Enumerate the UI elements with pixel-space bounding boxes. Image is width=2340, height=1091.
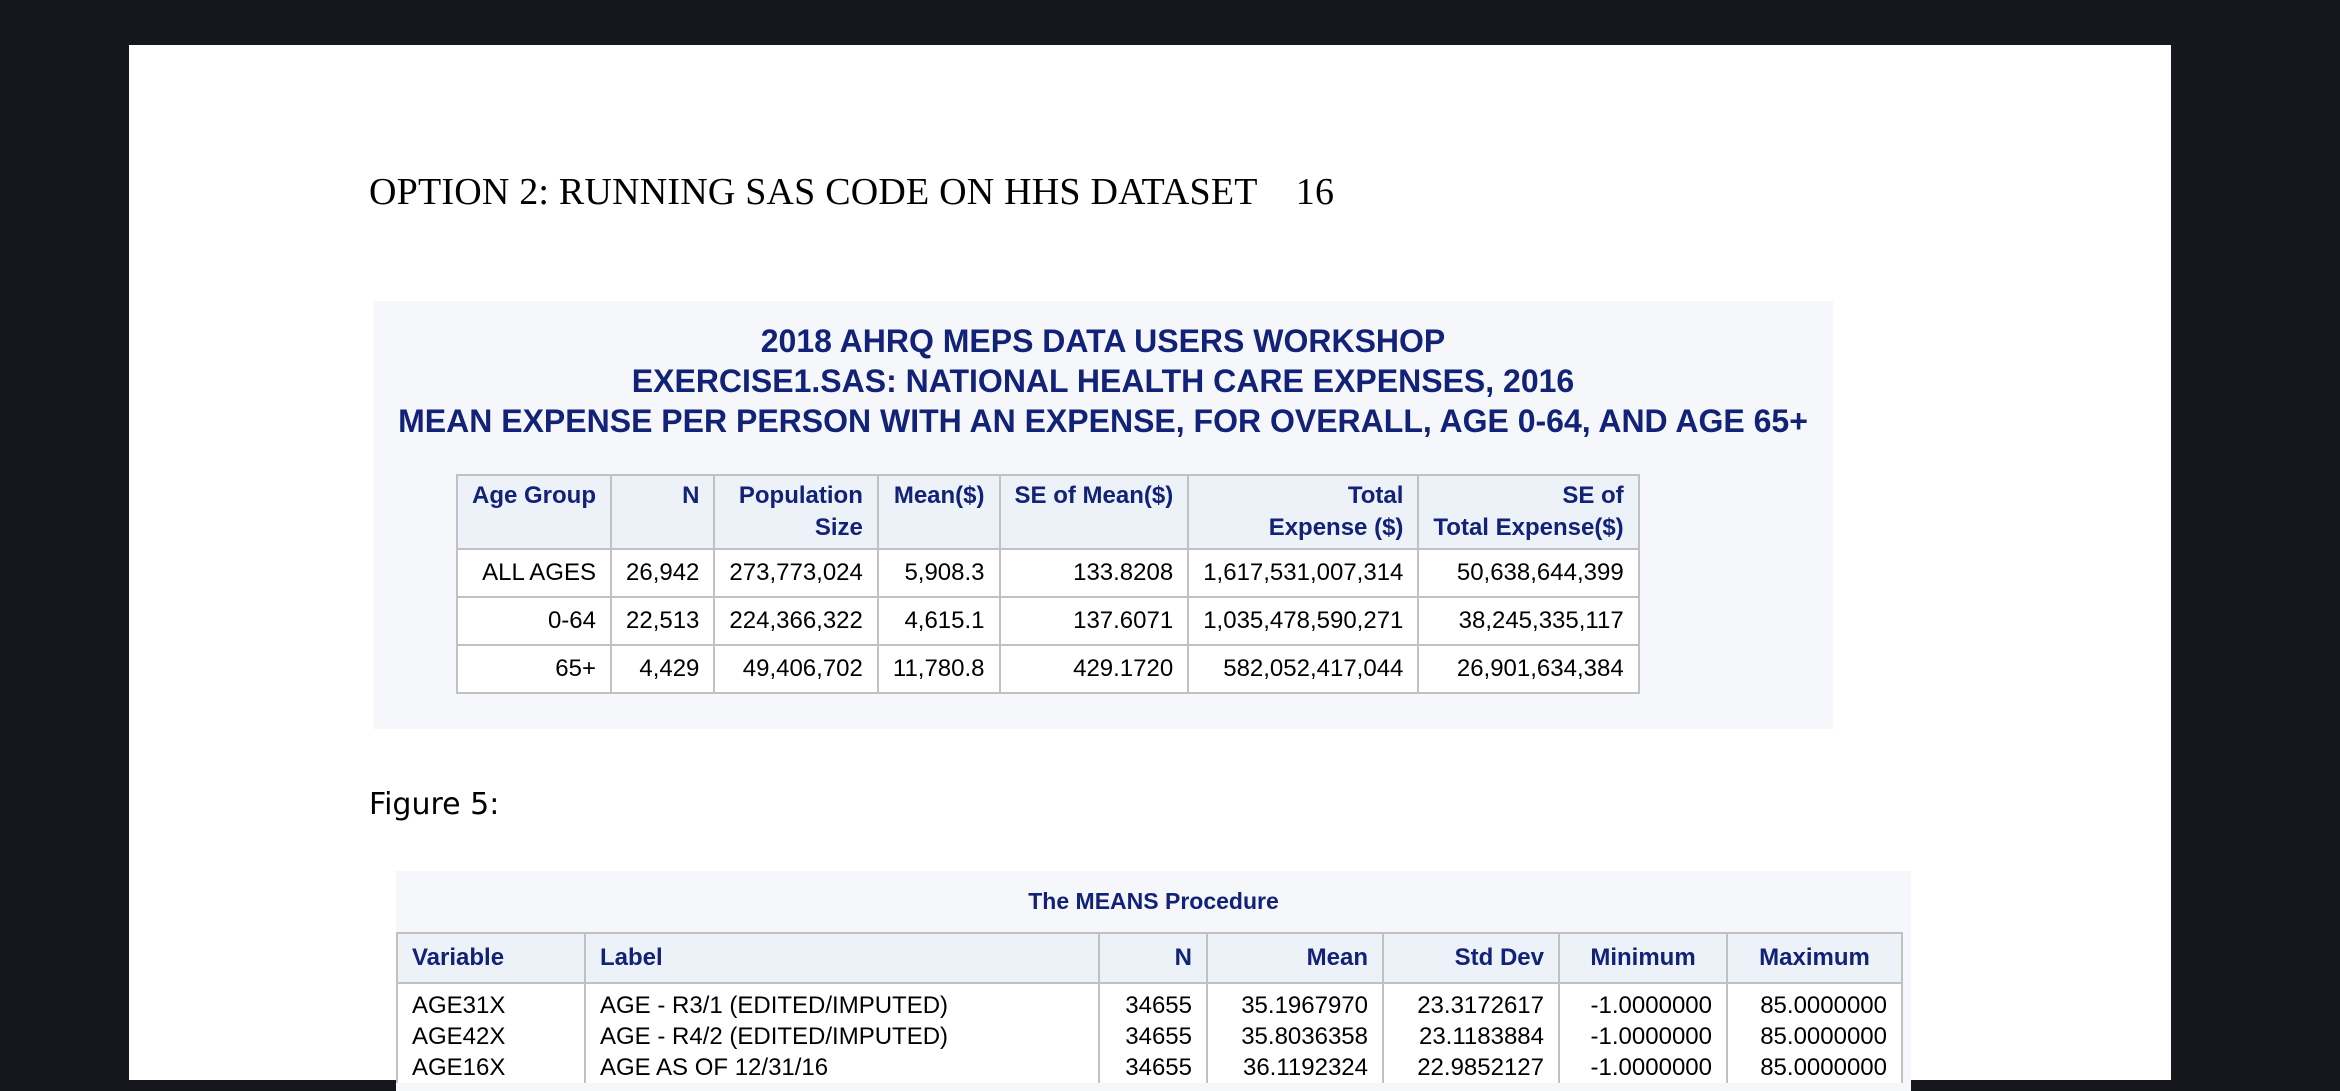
column-header-std-dev: Std Dev <box>1382 932 1560 984</box>
column-header-population-size: Population Size <box>713 474 879 550</box>
table-cell: -1.0000000 <box>1558 1052 1728 1083</box>
table-cell: 137.6071 <box>998 596 1190 646</box>
table-cell: 34655 <box>1098 983 1208 1021</box>
header-line: Expense ($) <box>1268 514 1404 541</box>
means-procedure-title: The MEANS Procedure <box>1028 888 1279 914</box>
table-cell: 34655 <box>1098 1021 1208 1052</box>
sas-titles: 2018 AHRQ MEPS DATA USERS WORKSHOP EXERC… <box>373 321 1833 441</box>
means-table: Variable Label N Mean Std Dev Minimum Ma… <box>396 932 1903 1083</box>
sas-output-panel: 2018 AHRQ MEPS DATA USERS WORKSHOP EXERC… <box>373 301 1833 729</box>
table-cell: AGE42X <box>396 1021 586 1052</box>
table-cell: 85.0000000 <box>1726 1052 1903 1083</box>
table-row: 0-64 22,513 224,366,322 4,615.1 137.6071… <box>456 596 1640 646</box>
table-cell: 133.8208 <box>998 548 1190 598</box>
column-header-n: N <box>609 474 716 550</box>
table-cell: AGE16X <box>396 1052 586 1083</box>
table-cell: 85.0000000 <box>1726 983 1903 1021</box>
table-row: AGE42X AGE - R4/2 (EDITED/IMPUTED) 34655… <box>396 1021 1903 1052</box>
table-cell: 65+ <box>456 644 612 694</box>
header-line: Size <box>814 514 863 541</box>
header-line: Mean($) <box>893 482 985 509</box>
table-cell: ALL AGES <box>456 548 612 598</box>
expense-table: Age Group N Population Size Mean($) SE o… <box>456 474 1640 694</box>
table-row: AGE16X AGE AS OF 12/31/16 34655 36.11923… <box>396 1052 1903 1083</box>
column-header-maximum: Maximum <box>1726 932 1903 984</box>
column-header-label: Label <box>584 932 1100 984</box>
header-line: Population <box>738 482 863 509</box>
header-line: SE of Mean($) <box>1014 482 1174 509</box>
table-cell: 23.1183884 <box>1382 1021 1560 1052</box>
header-line: Age Group <box>472 482 596 509</box>
sas-title-1: 2018 AHRQ MEPS DATA USERS WORKSHOP <box>760 323 1446 359</box>
column-header-variable: Variable <box>396 932 586 984</box>
table-cell: 22.9852127 <box>1382 1052 1560 1083</box>
sas-title-2: EXERCISE1.SAS: NATIONAL HEALTH CARE EXPE… <box>631 363 1575 399</box>
table-cell: 38,245,335,117 <box>1417 596 1640 646</box>
table-cell: 23.3172617 <box>1382 983 1560 1021</box>
table-cell: AGE AS OF 12/31/16 <box>584 1052 1100 1083</box>
table-cell: 50,638,644,399 <box>1417 548 1640 598</box>
table-cell: 36.1192324 <box>1206 1052 1384 1083</box>
header-line: Total Expense($) <box>1433 514 1624 541</box>
table-cell: 273,773,024 <box>713 548 879 598</box>
column-header-se-total-expense: SE of Total Expense($) <box>1417 474 1640 550</box>
expense-table-header-row: Age Group N Population Size Mean($) SE o… <box>456 474 1640 550</box>
column-header-mean: Mean <box>1206 932 1384 984</box>
table-cell: 85.0000000 <box>1726 1021 1903 1052</box>
header-line: N <box>682 482 700 509</box>
table-cell: 582,052,417,044 <box>1187 644 1420 694</box>
table-cell: AGE - R3/1 (EDITED/IMPUTED) <box>584 983 1100 1021</box>
table-cell: AGE31X <box>396 983 586 1021</box>
table-cell: 429.1720 <box>998 644 1190 694</box>
table-cell: 11,780.8 <box>876 644 1001 694</box>
figure-caption: Figure 5: <box>369 787 500 822</box>
table-cell: 26,942 <box>609 548 716 598</box>
column-header-n: N <box>1098 932 1208 984</box>
header-line: Total <box>1347 482 1404 509</box>
table-cell: 5,908.3 <box>876 548 1001 598</box>
table-cell: 49,406,702 <box>713 644 879 694</box>
table-cell: -1.0000000 <box>1558 983 1728 1021</box>
table-cell: 0-64 <box>456 596 612 646</box>
header-line: SE of <box>1562 482 1624 509</box>
column-header-se-of-mean: SE of Mean($) <box>998 474 1190 550</box>
table-cell: 224,366,322 <box>713 596 879 646</box>
table-row: AGE31X AGE - R3/1 (EDITED/IMPUTED) 34655… <box>396 983 1903 1021</box>
column-header-age-group: Age Group <box>456 474 612 550</box>
table-cell: 35.8036358 <box>1206 1021 1384 1052</box>
table-cell: 35.1967970 <box>1206 983 1384 1021</box>
table-cell: 26,901,634,384 <box>1417 644 1640 694</box>
means-header-row: Variable Label N Mean Std Dev Minimum Ma… <box>396 932 1903 984</box>
column-header-mean: Mean($) <box>876 474 1001 550</box>
sas-title-3: MEAN EXPENSE PER PERSON WITH AN EXPENSE,… <box>398 403 1808 439</box>
table-cell: 1,035,478,590,271 <box>1187 596 1420 646</box>
document-page: OPTION 2: RUNNING SAS CODE ON HHS DATASE… <box>129 45 2171 1091</box>
table-cell: -1.0000000 <box>1558 1021 1728 1052</box>
table-cell: 4,615.1 <box>876 596 1001 646</box>
means-procedure-panel: The MEANS Procedure Variable Label N Mea… <box>396 871 1911 1091</box>
table-row: ALL AGES 26,942 273,773,024 5,908.3 133.… <box>456 548 1640 598</box>
column-header-total-expense: Total Expense ($) <box>1187 474 1420 550</box>
table-cell: AGE - R4/2 (EDITED/IMPUTED) <box>584 1021 1100 1052</box>
table-cell: 22,513 <box>609 596 716 646</box>
table-cell: 1,617,531,007,314 <box>1187 548 1420 598</box>
column-header-minimum: Minimum <box>1558 932 1728 984</box>
table-cell: 34655 <box>1098 1052 1208 1083</box>
table-row: 65+ 4,429 49,406,702 11,780.8 429.1720 5… <box>456 644 1640 694</box>
running-header: OPTION 2: RUNNING SAS CODE ON HHS DATASE… <box>369 171 1335 213</box>
table-cell: 4,429 <box>609 644 716 694</box>
